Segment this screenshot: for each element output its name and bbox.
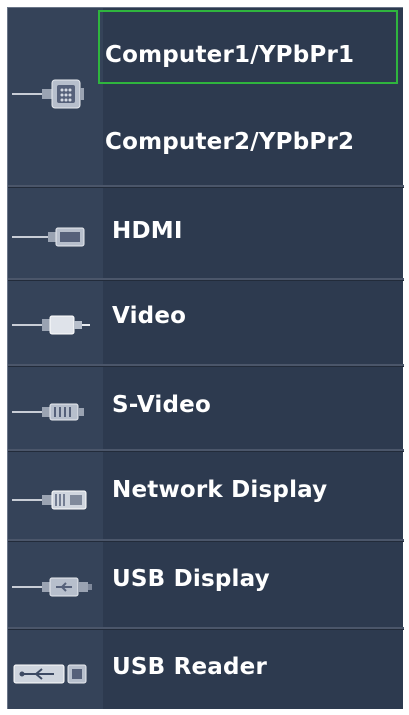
menu-item-usb-reader[interactable]: USB Reader xyxy=(112,653,267,681)
menu-item-hdmi[interactable]: HDMI xyxy=(112,217,183,245)
menu-item-computer2[interactable]: Computer2/YPbPr2 xyxy=(105,128,354,156)
rca-video-connector-icon xyxy=(12,310,92,340)
hdmi-connector-icon xyxy=(12,222,92,252)
divider xyxy=(8,449,404,452)
divider xyxy=(8,539,404,542)
menu-item-s-video[interactable]: S-Video xyxy=(112,391,211,419)
menu-item-video[interactable]: Video xyxy=(112,302,186,330)
usb-cable-icon xyxy=(12,572,97,602)
divider xyxy=(8,627,404,630)
divider xyxy=(8,278,404,281)
menu-item-network-display[interactable]: Network Display xyxy=(112,476,327,504)
s-video-connector-icon xyxy=(12,397,92,427)
divider xyxy=(8,364,404,367)
rj45-network-connector-icon xyxy=(12,485,92,515)
input-source-menu: Computer1/YPbPr1 Computer2/YPbPr2 HDMI V… xyxy=(7,7,404,709)
menu-item-usb-display[interactable]: USB Display xyxy=(112,565,270,593)
menu-item-computer1[interactable]: Computer1/YPbPr1 xyxy=(105,41,354,69)
vga-connector-icon xyxy=(12,74,92,114)
usb-port-icon xyxy=(12,659,97,689)
divider xyxy=(8,185,404,188)
